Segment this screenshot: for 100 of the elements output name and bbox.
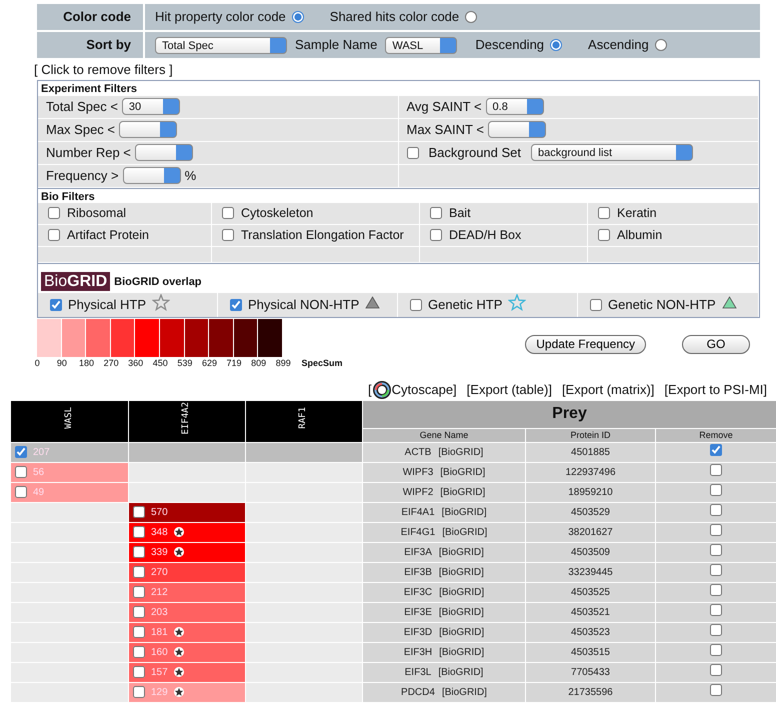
checkbox[interactable] xyxy=(15,446,27,458)
checkbox[interactable] xyxy=(133,606,145,618)
checkbox[interactable] xyxy=(710,564,722,576)
option-label: Translation Elongation Factor xyxy=(241,226,404,244)
remove-filters-link[interactable]: [ Click to remove filters ] xyxy=(34,62,173,78)
export-link[interactable]: [Export (table)] xyxy=(466,380,552,400)
gene-name: EIF3E xyxy=(404,606,432,618)
checkbox[interactable] xyxy=(710,644,722,656)
checkbox[interactable] xyxy=(133,546,145,558)
dropdown[interactable]: Total Spec xyxy=(155,36,287,54)
gene-name: WIPF2 xyxy=(402,486,434,498)
gene-name: EIF3L xyxy=(404,666,432,678)
checkbox[interactable] xyxy=(133,666,145,678)
hit-count: 157 xyxy=(151,666,168,680)
dropdown[interactable] xyxy=(122,167,181,184)
checkbox[interactable] xyxy=(133,526,145,538)
checkbox[interactable] xyxy=(710,584,722,596)
biogrid-link[interactable]: [BioGRID] xyxy=(438,566,484,578)
biogrid-link[interactable]: [BioGRID] xyxy=(439,626,484,638)
checkbox[interactable] xyxy=(598,207,610,219)
checkbox[interactable] xyxy=(222,229,234,241)
checkbox[interactable] xyxy=(48,207,60,219)
checkbox[interactable] xyxy=(598,229,610,241)
checkbox[interactable] xyxy=(133,506,145,518)
radio-button[interactable] xyxy=(292,11,304,23)
checkbox[interactable] xyxy=(710,524,722,536)
checkbox[interactable] xyxy=(710,464,722,476)
checkbox[interactable] xyxy=(133,626,145,638)
checkbox[interactable] xyxy=(710,544,722,556)
checkbox[interactable] xyxy=(222,207,234,219)
biogrid-link[interactable]: [BioGRID] xyxy=(440,486,486,498)
checkbox[interactable] xyxy=(710,604,722,616)
dropdown[interactable]: background list xyxy=(531,144,694,161)
dropdown[interactable] xyxy=(134,144,193,161)
checkbox[interactable] xyxy=(15,486,27,498)
tick-label: 809 xyxy=(250,356,268,370)
field-label: Color code xyxy=(63,8,131,26)
cytoscape-icon xyxy=(372,380,392,400)
bracket-text: [ xyxy=(368,381,372,399)
checkbox[interactable] xyxy=(48,229,60,241)
checkbox[interactable] xyxy=(406,146,418,158)
option-label: Hit property color code xyxy=(155,8,286,26)
section-title: BioGRID overlap xyxy=(114,275,202,290)
update-button[interactable]: Update Frequency xyxy=(525,334,646,354)
dropdown[interactable]: 0.8 xyxy=(486,98,544,115)
option-label: Cytoskeleton xyxy=(241,204,314,222)
option-label: Genetic NON-HTP xyxy=(608,296,716,314)
hit-count: 207 xyxy=(33,446,50,460)
biogrid-logo: BioGRID xyxy=(41,272,110,290)
field-label: Avg SAINT < xyxy=(406,98,482,116)
checkbox[interactable] xyxy=(133,646,145,658)
dropdown[interactable]: WASL xyxy=(385,36,458,54)
biogrid-link[interactable]: [BioGRID] xyxy=(438,606,484,618)
dropdown[interactable] xyxy=(119,121,178,138)
checkbox[interactable] xyxy=(430,229,442,241)
checkbox[interactable] xyxy=(710,484,722,496)
option-label: Descending xyxy=(475,36,544,54)
biogrid-link[interactable]: [BioGRID] xyxy=(438,546,484,558)
tick-label: 629 xyxy=(200,356,218,370)
biogrid-link[interactable]: [BioGRID] xyxy=(439,586,484,598)
radio-button[interactable] xyxy=(654,39,667,51)
bait-header[interactable]: WASL xyxy=(62,407,76,430)
biogrid-link[interactable]: [BioGRID] xyxy=(442,686,487,698)
checkbox[interactable] xyxy=(230,298,242,310)
go-button[interactable]: GO xyxy=(682,334,750,354)
checkbox[interactable] xyxy=(710,444,722,456)
bait-header[interactable]: EIF4A2 xyxy=(180,402,194,434)
biogrid-link[interactable]: [BioGRID] xyxy=(442,506,487,518)
protein-id: 4503529 xyxy=(526,502,656,522)
biogrid-link[interactable]: [BioGRID] xyxy=(438,666,484,678)
dropdown[interactable] xyxy=(488,121,546,138)
checkbox[interactable] xyxy=(133,566,145,578)
checkbox[interactable] xyxy=(430,207,442,219)
dropdown[interactable]: 30 xyxy=(122,98,180,115)
unit-label: % xyxy=(184,166,196,185)
checkbox[interactable] xyxy=(50,298,62,310)
checkbox[interactable] xyxy=(410,298,422,310)
biogrid-link[interactable]: [BioGRID] xyxy=(438,446,484,458)
protein-id: 4503509 xyxy=(526,542,656,562)
biogrid-link[interactable]: [BioGRID] xyxy=(440,466,486,478)
export-link[interactable]: [Export (matrix)] xyxy=(562,380,654,400)
protein-id: 33239445 xyxy=(526,562,656,582)
checkbox[interactable] xyxy=(710,504,722,516)
checkbox[interactable] xyxy=(590,298,602,310)
radio-button[interactable] xyxy=(465,11,478,23)
bait-header[interactable]: RAF1 xyxy=(297,407,311,430)
checkbox[interactable] xyxy=(15,466,27,478)
biogrid-link[interactable]: [BioGRID] xyxy=(442,526,488,538)
biogrid-link[interactable]: [BioGRID] xyxy=(439,646,484,658)
checkbox[interactable] xyxy=(710,624,722,636)
cytoscape-link[interactable]: Cytoscape] xyxy=(392,380,457,400)
checkbox[interactable] xyxy=(133,586,145,598)
export-link[interactable]: [Export to PSI-MI] xyxy=(664,380,767,400)
column-header: Gene Name xyxy=(362,428,526,442)
radio-button[interactable] xyxy=(550,39,562,51)
checkbox[interactable] xyxy=(710,684,722,696)
gene-name: EIF4G1 xyxy=(400,526,436,538)
option-label: DEAD/H Box xyxy=(449,226,522,244)
checkbox[interactable] xyxy=(710,664,722,676)
checkbox[interactable] xyxy=(133,686,145,698)
